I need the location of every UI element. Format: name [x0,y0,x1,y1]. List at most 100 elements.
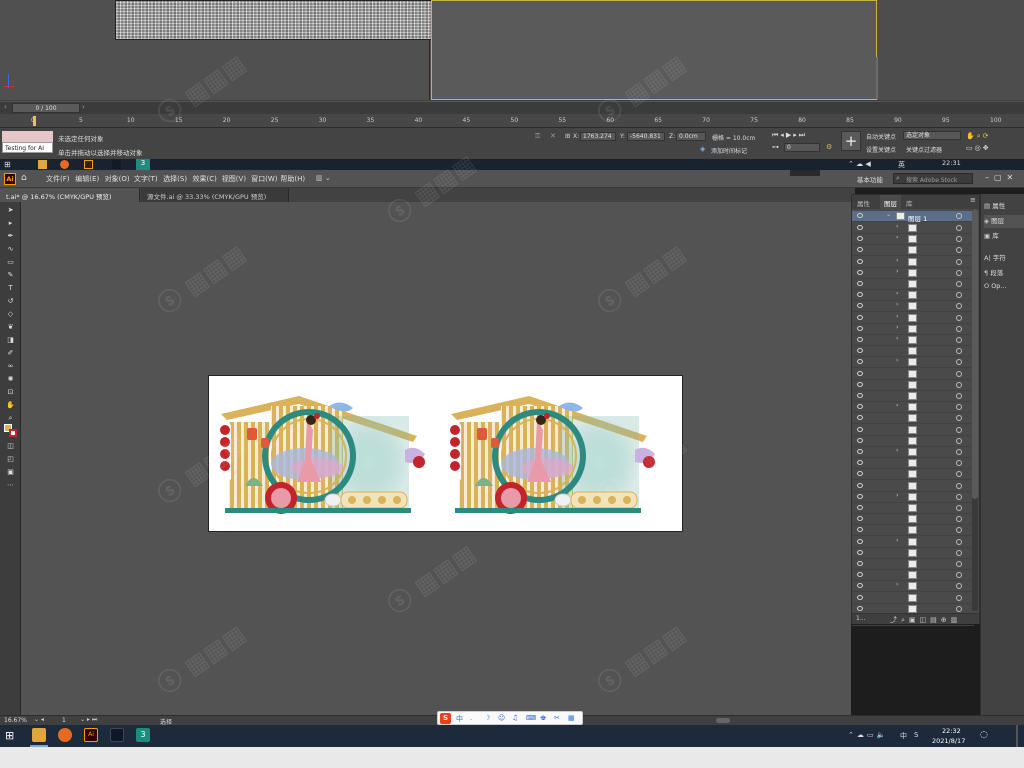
sublayer-row[interactable] [852,346,974,358]
target-circle-icon[interactable] [956,505,962,511]
visibility-eye-icon[interactable] [857,583,863,589]
menu-item[interactable]: 编辑(E) [75,174,99,184]
tray-icons[interactable]: ⌃☁▭🔈 [848,731,888,739]
sublayer-row[interactable] [852,245,974,257]
target-circle-icon[interactable] [956,359,962,366]
direct-selection-tool-icon[interactable]: ▸ [5,219,16,228]
sublayer-row[interactable]: › [852,223,974,234]
key-mode-icon[interactable]: ⊶ [772,143,779,151]
sublayer-row[interactable]: › [852,290,974,302]
symbol-sprayer-icon[interactable]: ✺ [5,375,16,384]
menu-item[interactable]: 文字(T) [134,174,158,184]
browser-taskbar-icon[interactable] [58,728,72,742]
tab-libraries[interactable]: 库 [906,198,913,208]
menu-item[interactable]: 视图(V) [222,174,246,184]
layers-footer-icons[interactable]: ⤴⌕▣◫▤⊕▥ [890,615,961,625]
viewport-nav-icons-2[interactable]: ▭◎✥ [966,144,991,152]
zoom-level[interactable]: 16.67% [4,717,27,724]
target-circle-icon[interactable] [956,549,962,556]
target-circle-icon[interactable] [956,527,962,534]
layer-row-main[interactable]: ⌄ 图层 1 [852,211,974,223]
expand-chevron-icon[interactable]: › [896,301,898,308]
panel-menu-icon[interactable]: ≡ [970,196,976,204]
gradient-tool-icon[interactable]: ◨ [5,336,16,345]
visibility-eye-icon[interactable] [857,292,863,298]
expand-chevron-icon[interactable]: › [896,290,898,297]
layer-name[interactable]: 图层 1 [908,213,927,223]
visibility-eye-icon[interactable] [857,527,863,533]
expand-chevron-icon[interactable]: › [896,268,898,275]
sublayer-row[interactable] [852,369,974,380]
visibility-eye-icon[interactable] [857,225,863,230]
expand-chevron-icon[interactable]: › [896,447,898,454]
panel-properties-button[interactable]: ▤ 属性 [984,200,1024,213]
panel-opentype-button[interactable]: O Op... [984,282,1024,295]
frame-counter[interactable]: 0 / 100 [12,103,80,113]
target-circle-icon[interactable] [956,292,962,299]
illustrator-taskbar-icon[interactable]: Ai [84,728,98,742]
menu-item[interactable]: 效果(C) [193,174,217,184]
target-circle-icon[interactable] [956,561,962,567]
visibility-eye-icon[interactable] [857,303,863,309]
tab-source-file[interactable]: 源文件.ai @ 33.33% (CMYK/GPU 预览) [141,188,289,202]
sublayer-row[interactable] [852,380,974,391]
target-circle-icon[interactable] [956,583,962,590]
expand-chevron-icon[interactable]: › [896,581,898,588]
target-circle-icon[interactable] [956,426,962,433]
target-circle-icon[interactable] [956,460,962,467]
expand-chevron-icon[interactable]: › [896,492,898,499]
expand-chevron-icon[interactable]: › [896,257,898,264]
visibility-eye-icon[interactable] [857,493,863,499]
target-circle-icon[interactable] [956,404,962,411]
ime-keyboard-icon[interactable]: ⌨ [526,714,536,722]
ime-voice-icon[interactable]: ♫ [512,714,518,722]
sublayer-row[interactable]: › [852,324,974,335]
lock-icon[interactable]: ⚿ [535,132,540,141]
coord-mode-icon[interactable]: ⊞ [565,132,570,140]
visibility-eye-icon[interactable] [857,561,863,566]
visibility-eye-icon[interactable] [857,359,863,365]
pen-tool-icon[interactable]: ✒ [5,232,16,241]
sublayer-row[interactable]: › [852,257,974,268]
target-circle-icon[interactable] [956,471,962,478]
target-circle-icon[interactable] [956,437,962,444]
sublayer-row[interactable] [852,514,974,526]
expand-chevron-icon[interactable]: ⌄ [886,211,891,218]
target-circle-icon[interactable] [956,415,962,422]
blend-tool-icon[interactable]: ∞ [5,362,16,371]
script-listener[interactable] [2,131,53,142]
start-icon[interactable]: ⊞ [4,160,13,169]
expand-chevron-icon[interactable]: › [896,324,898,331]
menu-item[interactable]: 文件(F) [46,174,70,184]
visibility-eye-icon[interactable] [857,594,863,600]
artboard-tool-icon[interactable]: ⊡ [5,388,16,397]
target-circle-icon[interactable] [956,213,962,219]
lang-top[interactable]: 英 [898,160,905,170]
visibility-eye-icon[interactable] [857,449,863,454]
type-tool-icon[interactable]: T [5,284,16,293]
panel-paragraph-button[interactable]: ¶ 段落 [984,267,1024,280]
visibility-eye-icon[interactable] [857,393,863,398]
sublayer-row[interactable]: › [852,301,974,313]
panel-character-button[interactable]: A| 字符 [984,252,1024,265]
target-circle-icon[interactable] [956,605,962,612]
expand-chevron-icon[interactable]: › [896,402,898,409]
show-desktop-button[interactable] [1016,725,1018,747]
target-circle-icon[interactable] [956,370,962,377]
target-circle-icon[interactable] [956,314,962,321]
tab-layers[interactable]: 图层 [880,195,901,209]
sublayer-row[interactable] [852,413,974,425]
visibility-eye-icon[interactable] [857,247,863,253]
color-mode-icon[interactable]: ◫ [5,442,16,451]
set-key[interactable]: 设置关键点 [866,145,896,154]
time-tag-icon[interactable]: ◈ [700,145,705,153]
viewport-right[interactable] [878,0,1024,100]
sublayer-row[interactable]: › [852,447,974,458]
target-circle-icon[interactable] [956,337,962,343]
frame-field[interactable]: 0 [784,143,820,152]
visibility-eye-icon[interactable] [857,460,863,466]
ime-s-icon[interactable]: S [914,731,918,739]
eyedropper-tool-icon[interactable]: ✐ [5,349,16,358]
ime-grid-icon[interactable]: ▦ [568,714,575,722]
sublayer-row[interactable]: › [852,268,974,279]
